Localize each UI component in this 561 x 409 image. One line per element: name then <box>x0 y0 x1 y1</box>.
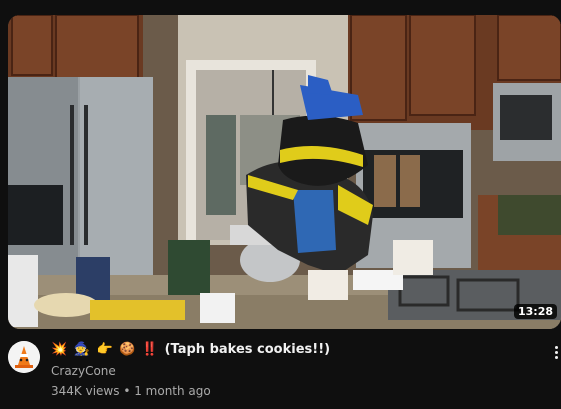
menu-dot <box>555 351 558 354</box>
double-exclamation-emoji: ‼️ <box>141 342 159 357</box>
video-stats: 344K views • 1 month ago <box>51 384 211 398</box>
traffic-cone-icon <box>8 341 40 373</box>
menu-dot <box>555 356 558 359</box>
video-thumbnail[interactable]: 13:28 <box>8 15 561 329</box>
duration-badge: 13:28 <box>513 304 557 319</box>
channel-avatar[interactable] <box>8 341 40 373</box>
mage-emoji: 🧙 <box>73 342 90 357</box>
upload-age: 1 month ago <box>134 384 211 398</box>
video-title-text: (Taph bakes cookies!!) <box>164 342 331 357</box>
more-vertical-icon[interactable] <box>553 344 561 364</box>
collision-emoji: 💥 <box>51 342 68 357</box>
thumbnail-image <box>8 15 561 329</box>
menu-dot <box>555 346 558 349</box>
video-metadata: 💥 🧙 👉 🍪 ‼️ (Taph bakes cookies!!) CrazyC… <box>0 338 561 409</box>
channel-name[interactable]: CrazyCone <box>51 364 116 378</box>
pointing-hand-emoji: 👉 <box>96 342 113 357</box>
view-count: 344K views <box>51 384 120 398</box>
video-title[interactable]: 💥 🧙 👉 🍪 ‼️ (Taph bakes cookies!!) <box>51 342 330 357</box>
cookie-emoji: 🍪 <box>119 342 136 357</box>
stats-separator: • <box>123 384 131 398</box>
